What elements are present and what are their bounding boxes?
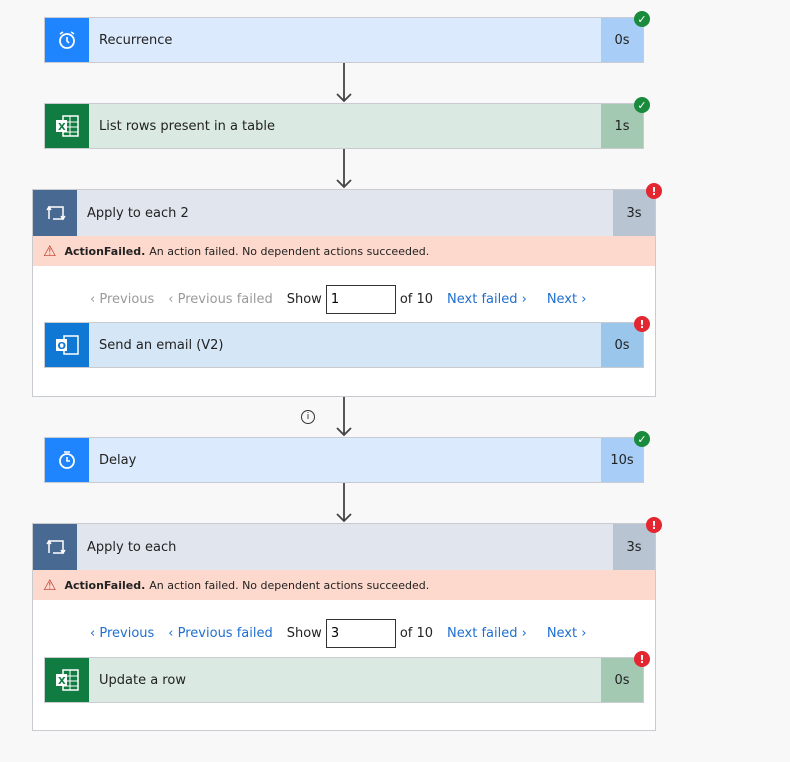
error-icon: ! [634, 316, 650, 332]
step-title: Send an email (V2) [99, 337, 224, 353]
previous-button[interactable]: ‹ Previous [90, 292, 154, 307]
iteration-input[interactable] [325, 618, 396, 648]
warning-icon: ⚠ [43, 242, 57, 260]
step-apply-to-each-2[interactable]: Apply to each 2 3s ⚠ ActionFailed. An ac… [32, 189, 656, 397]
loop-icon [33, 190, 77, 236]
error-message: An action failed. No dependent actions s… [149, 244, 430, 258]
show-label: Show [286, 291, 322, 307]
svg-text:X: X [58, 122, 66, 133]
step-title: List rows present in a table [99, 118, 275, 134]
outlook-icon: O [45, 323, 89, 367]
previous-failed-button[interactable]: ‹ Previous failed [168, 626, 272, 641]
error-message: An action failed. No dependent actions s… [149, 578, 430, 592]
step-title: Delay [99, 452, 137, 468]
error-banner: ⚠ ActionFailed. An action failed. No dep… [33, 570, 655, 600]
success-check-icon: ✓ [634, 97, 650, 113]
excel-icon: X [45, 104, 89, 148]
step-recurrence[interactable]: Recurrence 0s [44, 17, 644, 63]
next-button[interactable]: Next › [547, 626, 587, 641]
step-title: Apply to each [87, 539, 177, 555]
iteration-count: of 10 [399, 625, 434, 641]
error-icon: ! [646, 183, 662, 199]
error-icon: ! [634, 651, 650, 667]
next-button[interactable]: Next › [547, 292, 587, 307]
show-label: Show [286, 625, 322, 641]
svg-text:O: O [58, 341, 67, 352]
arrow-down-icon [336, 397, 352, 437]
step-list-rows[interactable]: X List rows present in a table 1s [44, 103, 644, 149]
step-title: Update a row [99, 672, 186, 688]
iteration-input[interactable] [325, 284, 396, 314]
step-title: Recurrence [99, 32, 173, 48]
excel-icon: X [45, 658, 89, 702]
step-send-email[interactable]: O Send an email (V2) 0s [44, 322, 644, 368]
step-update-row[interactable]: X Update a row 0s [44, 657, 644, 703]
alarm-clock-icon [45, 18, 89, 62]
next-failed-button[interactable]: Next failed › [447, 626, 527, 641]
previous-button[interactable]: ‹ Previous [90, 626, 154, 641]
step-delay[interactable]: Delay 10s [44, 437, 644, 483]
step-title: Apply to each 2 [87, 205, 189, 221]
success-check-icon: ✓ [634, 11, 650, 27]
success-check-icon: ✓ [634, 431, 650, 447]
iteration-pager: ‹ Previous ‹ Previous failed Show of 10 … [90, 284, 586, 314]
iteration-pager: ‹ Previous ‹ Previous failed Show of 10 … [90, 618, 586, 648]
next-failed-button[interactable]: Next failed › [447, 292, 527, 307]
warning-icon: ⚠ [43, 576, 57, 594]
iteration-count: of 10 [399, 291, 434, 307]
arrow-down-icon [336, 483, 352, 523]
timer-icon [45, 438, 89, 482]
arrow-down-icon [336, 63, 352, 103]
error-banner: ⚠ ActionFailed. An action failed. No dep… [33, 236, 655, 266]
loop-icon [33, 524, 77, 570]
step-apply-to-each[interactable]: Apply to each 3s ⚠ ActionFailed. An acti… [32, 523, 656, 731]
arrow-down-icon [336, 149, 352, 189]
error-code: ActionFailed. [64, 244, 146, 258]
error-code: ActionFailed. [64, 578, 146, 592]
previous-failed-button[interactable]: ‹ Previous failed [168, 292, 272, 307]
svg-text:X: X [58, 676, 66, 687]
info-icon[interactable]: i [301, 410, 315, 424]
error-icon: ! [646, 517, 662, 533]
